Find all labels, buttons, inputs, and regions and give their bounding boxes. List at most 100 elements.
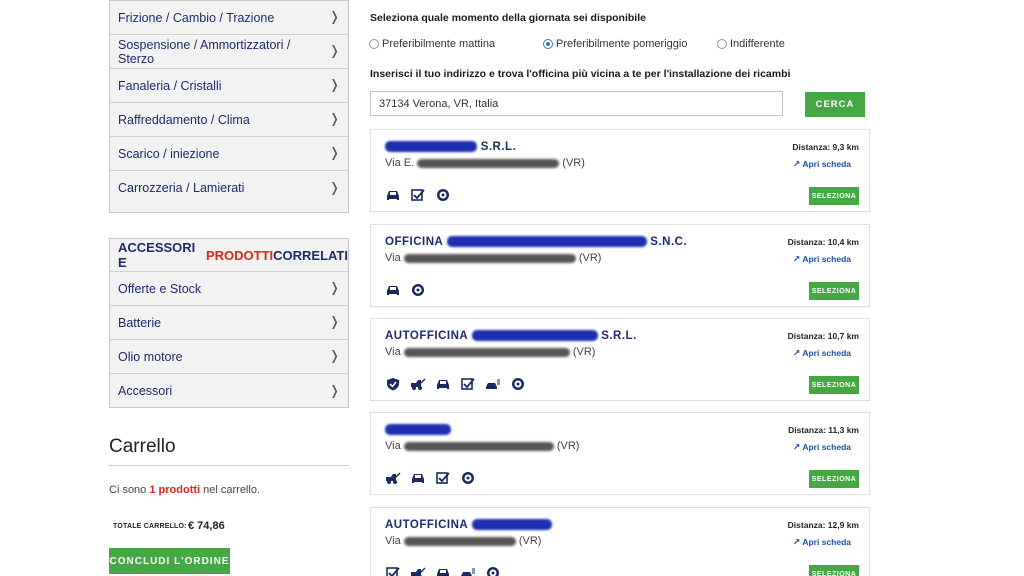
cart-count-value: 1 prodotti — [149, 484, 201, 496]
cart-title: Carrello — [109, 436, 176, 457]
shop-card: S.R.L. Via E. (VR) Distanza: 9,3 km ↗ Apr… — [370, 129, 870, 212]
accessories-title: ACCESSORI E PRODOTTI CORRELATI — [110, 239, 348, 272]
checkbox-icon — [460, 377, 476, 391]
open-details-link[interactable]: ↗ Apri scheda — [793, 159, 851, 170]
shop-name: OFFICINA S.N.C. — [385, 236, 687, 248]
chevron-right-icon: ❭ — [329, 383, 340, 399]
radio-button[interactable] — [369, 39, 379, 49]
shop-name-prefix: AUTOFFICINA — [385, 330, 472, 342]
shop-name — [385, 424, 451, 436]
address-input[interactable] — [370, 91, 783, 116]
accessories-title-part2: PRODOTTI — [205, 247, 274, 263]
select-shop-button[interactable]: SELEZIONA — [809, 376, 859, 394]
open-details-link[interactable]: ↗ Apri scheda — [793, 442, 851, 453]
service-icons — [385, 566, 501, 576]
shop-address-prefix: Via — [385, 535, 404, 547]
category-item-carrozzeria[interactable]: Carrozzeria / Lamierati ❭ — [110, 171, 348, 205]
wheel-icon — [485, 566, 501, 576]
service-icons — [385, 471, 476, 485]
open-details-link[interactable]: ↗ Apri scheda — [793, 254, 851, 265]
category-label: Carrozzeria / Lamierati — [118, 181, 245, 195]
category-label: Frizione / Cambio / Trazione — [118, 10, 275, 25]
radio-label: Preferibilmente mattina — [382, 38, 496, 50]
shop-card: Via (VR) Distanza: 11,3 km ↗ Apri scheda … — [370, 412, 870, 495]
service-icons — [385, 283, 426, 297]
select-shop-button[interactable]: SELEZIONA — [809, 187, 859, 205]
shop-card: AUTOFFICINA S.R.L. Via (VR) Distanza: 10… — [370, 318, 870, 401]
shop-address-prefix: Via — [385, 346, 404, 358]
shop-address: Via (VR) — [385, 346, 595, 358]
chevron-right-icon: ❭ — [329, 349, 340, 364]
wheel-icon — [510, 377, 526, 391]
accessories-title-part3: CORRELATI — [273, 247, 348, 263]
radio-pomeriggio[interactable]: Preferibilmente pomeriggio — [543, 38, 687, 50]
shop-address-suffix: (VR) — [553, 440, 580, 452]
redacted-text — [471, 519, 552, 531]
radio-mattina[interactable]: Preferibilmente mattina — [369, 38, 495, 50]
chevron-right-icon: ❭ — [329, 10, 340, 25]
shop-name-suffix: S.N.C. — [646, 236, 688, 248]
cart-total-label: TOTALE CARRELLO: — [113, 523, 187, 530]
shop-address: Via (VR) — [385, 252, 601, 264]
chevron-right-icon: ❭ — [329, 180, 340, 196]
category-item-raffreddamento[interactable]: Raffreddamento / Clima ❭ — [110, 103, 348, 137]
checkout-button[interactable]: CONCLUDI L'ORDINE — [109, 548, 230, 574]
radio-indifferente[interactable]: Indifferente — [717, 38, 785, 50]
category-item-frizione[interactable]: Frizione / Cambio / Trazione ❭ — [110, 1, 348, 35]
open-details-link[interactable]: ↗ Apri scheda — [793, 348, 851, 359]
radio-label: Preferibilmente pomeriggio — [556, 38, 688, 50]
shop-distance: Distanza: 10,7 km — [787, 331, 859, 341]
open-details-label: Apri scheda — [802, 442, 851, 452]
address-question: Inserisci il tuo indirizzo e trova l'off… — [370, 68, 791, 80]
category-item-sospensione[interactable]: Sospensione / Ammortizzatori / Sterzo ❭ — [110, 35, 348, 69]
car-wash-icon — [460, 566, 476, 576]
shop-address-prefix: Via E. — [385, 157, 418, 169]
shop-distance: Distanza: 12,9 km — [787, 520, 859, 530]
open-details-link[interactable]: ↗ Apri scheda — [793, 537, 851, 548]
category-label: Raffreddamento / Clima — [118, 112, 250, 127]
car-icon — [435, 566, 451, 576]
external-link-icon: ↗ — [792, 349, 801, 359]
accessories-item-batterie[interactable]: Batterie ❭ — [110, 306, 348, 340]
cart-count-suffix: nel carrello. — [200, 484, 260, 496]
category-item-fanaleria[interactable]: Fanaleria / Cristalli ❭ — [110, 69, 348, 103]
category-item-scarico[interactable]: Scarico / iniezione ❭ — [110, 137, 348, 171]
chevron-right-icon: ❭ — [329, 112, 340, 127]
accessories-item-offerte[interactable]: Offerte e Stock ❭ — [110, 272, 348, 306]
cart-count-text: Ci sono 1 prodotti nel carrello. — [109, 484, 260, 496]
select-shop-button[interactable]: SELEZIONA — [809, 470, 859, 488]
shop-name: AUTOFFICINA S.R.L. — [385, 330, 637, 342]
accessories-item-olio[interactable]: Olio motore ❭ — [110, 340, 348, 374]
tow-truck-icon — [385, 471, 401, 485]
cart-total-value: € 74,86 — [188, 520, 225, 532]
wheel-icon — [410, 283, 426, 297]
radio-label: Indifferente — [730, 38, 785, 50]
shop-name: AUTOFFICINA — [385, 519, 552, 531]
chevron-right-icon: ❭ — [329, 78, 340, 93]
accessories-item-accessori[interactable]: Accessori ❭ — [110, 374, 348, 408]
open-details-label: Apri scheda — [802, 254, 851, 264]
radio-button[interactable] — [717, 39, 727, 49]
shop-address: Via E. (VR) — [385, 157, 585, 169]
service-icons — [385, 377, 526, 391]
shop-name-prefix: OFFICINA — [385, 236, 447, 248]
shop-address-suffix: (VR) — [569, 346, 596, 358]
select-shop-button[interactable]: SELEZIONA — [809, 282, 859, 300]
open-details-label: Apri scheda — [802, 537, 851, 547]
select-shop-button[interactable]: SELEZIONA — [809, 565, 859, 576]
radio-button-selected[interactable] — [543, 39, 553, 49]
accessories-label: Accessori — [118, 384, 173, 398]
cart-count-prefix: Ci sono — [109, 484, 150, 496]
redacted-text — [385, 424, 451, 436]
wheel-icon — [435, 188, 451, 202]
car-icon — [410, 471, 426, 485]
shop-name-suffix: S.R.L. — [597, 330, 637, 342]
open-details-label: Apri scheda — [802, 159, 851, 169]
open-details-label: Apri scheda — [802, 348, 851, 358]
accessories-label: Offerte e Stock — [118, 281, 202, 296]
shop-name-prefix: AUTOFFICINA — [385, 519, 472, 531]
shop-address-suffix: (VR) — [575, 252, 602, 264]
checkbox-icon — [385, 566, 401, 576]
external-link-icon: ↗ — [792, 255, 801, 265]
search-button[interactable]: CERCA — [805, 92, 865, 117]
